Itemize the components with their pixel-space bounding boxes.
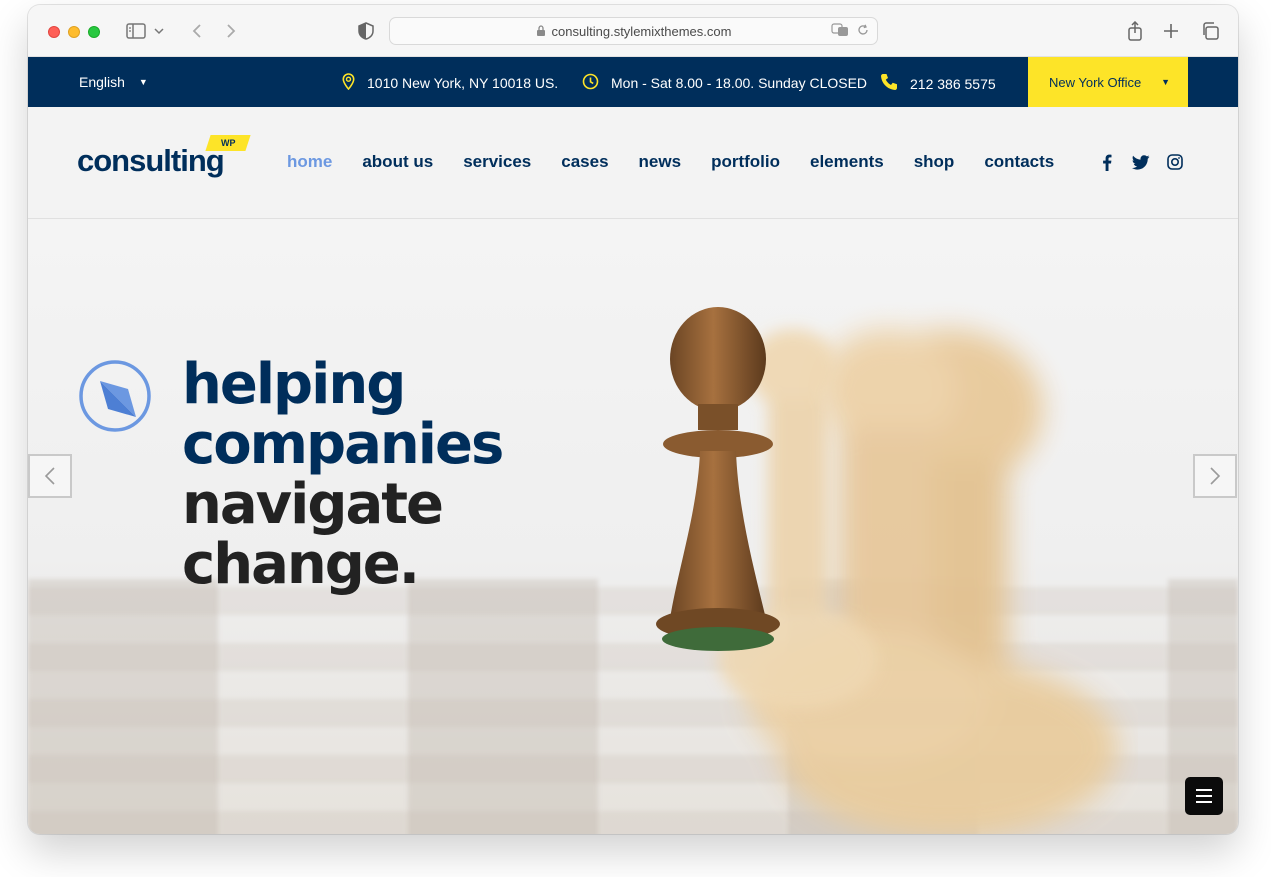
chess-pawns-image: [656, 307, 1118, 834]
floating-menu-button[interactable]: [1185, 777, 1223, 815]
office-selector[interactable]: New York Office ▼: [1028, 57, 1188, 107]
site-header: consulting WP home about us services cas…: [28, 107, 1238, 219]
translate-icon[interactable]: [831, 23, 849, 40]
main-nav: home about us services cases news portfo…: [287, 152, 1084, 172]
sidebar-icon[interactable]: [124, 19, 148, 43]
address-bar[interactable]: consulting.stylemixthemes.com: [389, 17, 878, 45]
address-info: 1010 New York, NY 10018 US.: [342, 73, 558, 93]
phone-icon: [880, 73, 898, 94]
logo-badge: WP: [205, 135, 251, 151]
nav-item-portfolio[interactable]: portfolio: [711, 152, 780, 172]
clock-icon: [582, 73, 599, 93]
tab-overview-icon[interactable]: [1198, 19, 1222, 43]
nav-item-home[interactable]: home: [287, 152, 332, 172]
office-label: New York Office: [1049, 74, 1142, 90]
facebook-icon[interactable]: [1098, 153, 1116, 171]
phone-info: 212 386 5575: [880, 73, 996, 94]
nav-item-shop[interactable]: shop: [914, 152, 955, 172]
logo-text: consulting: [77, 143, 225, 178]
browser-toolbar: consulting.stylemixthemes.com: [28, 5, 1238, 57]
hero-line-2: companies: [182, 412, 504, 477]
nav-item-services[interactable]: services: [463, 152, 531, 172]
reload-icon[interactable]: [857, 24, 869, 39]
language-label: English: [79, 74, 125, 90]
nav-item-news[interactable]: news: [639, 152, 682, 172]
hero-line-4: change.: [182, 532, 420, 597]
instagram-icon[interactable]: [1166, 153, 1184, 171]
address-text: 1010 New York, NY 10018 US.: [367, 75, 559, 91]
hero-line-1: helping: [182, 352, 406, 417]
hero-slider: helping companies navigate change.: [28, 219, 1238, 834]
new-tab-icon[interactable]: [1159, 19, 1183, 43]
site-logo[interactable]: consulting: [77, 143, 225, 179]
social-links: [1098, 153, 1184, 171]
forward-icon[interactable]: [219, 19, 243, 43]
caret-down-icon: ▼: [138, 77, 148, 87]
slider-next-button[interactable]: [1193, 454, 1237, 498]
nav-item-elements[interactable]: elements: [810, 152, 884, 172]
chevron-left-icon: [44, 467, 55, 485]
browser-window: consulting.stylemixthemes.com English ▼: [28, 5, 1238, 834]
map-pin-icon: [342, 73, 355, 93]
hero-line-3: navigate: [182, 472, 444, 537]
caret-down-icon: ▼: [1161, 77, 1170, 87]
nav-item-about-us[interactable]: about us: [362, 152, 433, 172]
minimize-window-button[interactable]: [68, 26, 80, 38]
chevron-right-icon: [1210, 467, 1221, 485]
privacy-shield-icon[interactable]: [354, 19, 378, 43]
maximize-window-button[interactable]: [88, 26, 100, 38]
nav-item-contacts[interactable]: contacts: [984, 152, 1054, 172]
slider-prev-button[interactable]: [28, 454, 72, 498]
phone-text: 212 386 5575: [910, 75, 996, 92]
language-selector[interactable]: English ▼: [79, 74, 148, 90]
hamburger-icon: [1196, 789, 1212, 803]
twitter-icon[interactable]: [1132, 153, 1150, 171]
share-icon[interactable]: [1123, 19, 1147, 43]
logo-badge-text: WP: [220, 138, 236, 148]
url-text: consulting.stylemixthemes.com: [551, 23, 732, 39]
hero-headline: helping companies navigate change.: [182, 352, 504, 597]
close-window-button[interactable]: [48, 26, 60, 38]
compass-icon: [79, 360, 151, 432]
back-icon[interactable]: [185, 19, 209, 43]
nav-item-cases[interactable]: cases: [561, 152, 608, 172]
top-info-bar: English ▼ 1010 New York, NY 10018 US. Mo…: [28, 57, 1238, 107]
lock-icon: [536, 25, 546, 37]
hours-text: Mon - Sat 8.00 - 18.00. Sunday CLOSED: [611, 75, 868, 91]
hours-info: Mon - Sat 8.00 - 18.00. Sunday CLOSED: [582, 73, 867, 93]
chevron-down-icon[interactable]: [152, 19, 166, 43]
